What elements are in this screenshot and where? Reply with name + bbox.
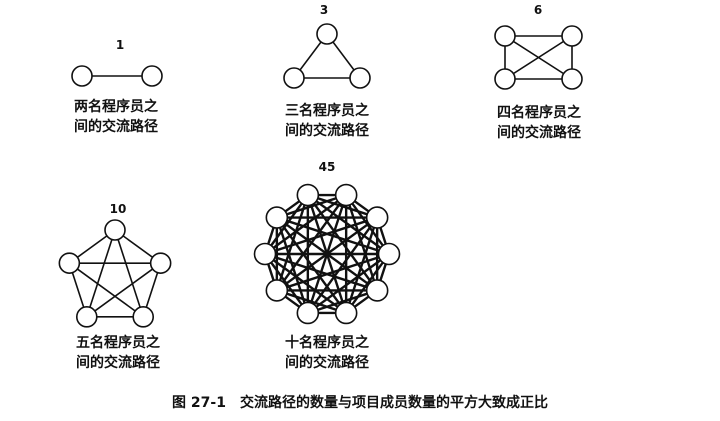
programmer-node [141,65,163,87]
programmer-node [104,219,126,241]
path-count-label: 45 [318,160,336,174]
programmer-node [316,23,338,45]
programmer-node [296,183,320,207]
caption-four-programmers: 四名程序员之 间的交流路径 [474,103,604,143]
programmer-node [296,301,320,325]
graph-five-programmers [58,219,172,328]
caption-line: 两名程序员之 [74,99,158,115]
programmer-node [494,25,516,47]
graph-two-programmers [71,65,163,87]
caption-line: 三名程序员之 [285,103,369,119]
programmer-node [334,301,358,325]
programmer-node [365,279,389,302]
programmer-node [75,306,98,328]
programmer-node [265,206,289,229]
caption-five-programmers: 五名程序员之 间的交流路径 [53,333,183,373]
path-count-label: 1 [115,38,125,52]
graph-ten-programmers [253,183,401,325]
caption-line: 五名程序员之 [76,335,160,351]
programmer-node [365,206,389,229]
programmer-node [494,68,516,90]
programmer-node [265,279,289,302]
caption-line: 间的交流路径 [76,355,160,371]
communication-path [114,229,144,318]
programmer-node [283,67,305,89]
programmer-node [132,306,155,328]
caption-line: 间的交流路径 [74,119,158,135]
path-count-label: 3 [319,3,329,17]
caption-two-programmers: 两名程序员之 间的交流路径 [51,97,181,137]
communication-path [86,229,116,318]
programmer-node [334,183,358,207]
programmer-node [253,242,277,266]
programmer-node [71,65,93,87]
caption-line: 四名程序员之 [497,105,581,121]
programmer-node [561,25,583,47]
programmer-node [349,67,371,89]
figure-caption: 图 27-1 交流路径的数量与项目成员数量的平方大致成正比 [0,392,720,412]
path-count-label: 6 [533,3,543,17]
programmer-node [561,68,583,90]
programmer-node [377,242,401,266]
caption-line: 间的交流路径 [497,125,581,141]
graph-four-programmers [494,25,583,90]
caption-ten-programmers: 十名程序员之 间的交流路径 [262,333,392,373]
graph-three-programmers [283,23,371,89]
path-count-label: 10 [109,202,127,216]
caption-line: 间的交流路径 [285,123,369,139]
figure-id: 图 27-1 [172,395,226,411]
programmer-node [149,252,172,274]
caption-line: 十名程序员之 [285,335,369,351]
figure-text: 交流路径的数量与项目成员数量的平方大致成正比 [239,395,548,411]
caption-three-programmers: 三名程序员之 间的交流路径 [262,101,392,141]
programmer-node [58,252,81,274]
caption-line: 间的交流路径 [285,355,369,371]
